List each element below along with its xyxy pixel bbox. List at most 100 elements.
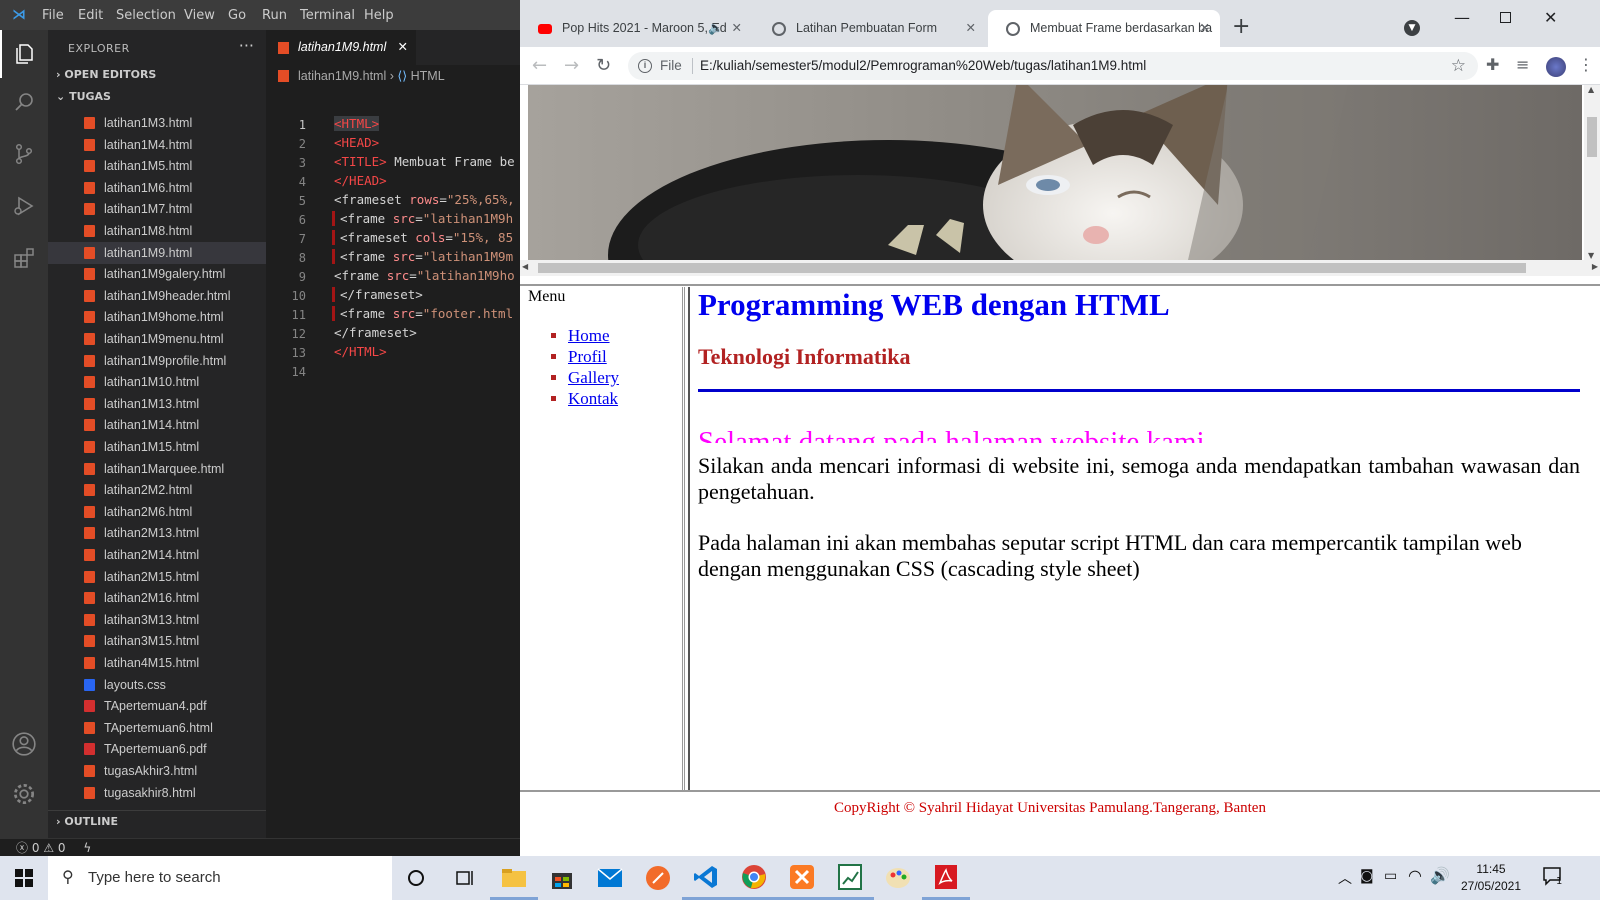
file-tree-item[interactable]: TApertemuan4.pdf — [48, 695, 266, 717]
source-control-icon[interactable] — [0, 130, 48, 178]
file-tree-item[interactable]: latihan2M16.html — [48, 587, 266, 609]
extensions-puzzle-icon[interactable]: ✚ — [1486, 55, 1499, 74]
file-tree-item[interactable]: tugasakhir8.html — [48, 782, 266, 804]
browser-tab[interactable]: Latihan Pembuatan Form ✕ — [754, 10, 986, 47]
file-tree-item[interactable]: latihan2M6.html — [48, 501, 266, 523]
volume-icon[interactable]: 🔊 — [1430, 866, 1450, 885]
file-tree-item[interactable]: latihan1M9header.html — [48, 285, 266, 307]
file-tree-item[interactable]: latihan4M15.html — [48, 652, 266, 674]
file-tree-item[interactable]: latihan1Marquee.html — [48, 458, 266, 480]
menu-run[interactable]: Run — [262, 8, 287, 23]
accounts-icon[interactable] — [0, 720, 48, 768]
file-tree-item[interactable]: latihan1M8.html — [48, 220, 266, 242]
start-windows-icon[interactable] — [0, 856, 48, 900]
more-actions-icon[interactable]: ··· — [239, 36, 254, 55]
mail-icon[interactable] — [586, 856, 634, 900]
scroll-thumb[interactable] — [538, 263, 1526, 273]
explorer-icon[interactable] — [0, 30, 48, 78]
editor-tab-active[interactable]: latihan1M9.html ✕ — [266, 30, 416, 65]
taskbar-search[interactable]: ⚲ Type here to search — [48, 856, 392, 900]
search-icon[interactable] — [0, 78, 48, 126]
task-view-icon[interactable] — [440, 856, 488, 900]
reload-icon[interactable]: ↻ — [596, 55, 611, 76]
file-tree-item[interactable]: latihan2M13.html — [48, 522, 266, 544]
cortana-icon[interactable] — [392, 856, 440, 900]
address-bar[interactable]: i File E:/kuliah/semester5/modul2/Pemrog… — [628, 52, 1478, 80]
clock[interactable]: 11:45 27/05/2021 — [1450, 861, 1532, 895]
horizontal-scrollbar[interactable]: ◀ ▶ — [520, 260, 1600, 276]
url-text[interactable]: E:/kuliah/semester5/modul2/Pemrograman%2… — [700, 52, 1146, 80]
file-tree-item[interactable]: latihan1M7.html — [48, 198, 266, 220]
close-window-icon[interactable]: ✕ — [1544, 8, 1557, 27]
file-tree-item[interactable]: latihan1M9profile.html — [48, 350, 266, 372]
file-tree-item[interactable]: latihan1M14.html — [48, 414, 266, 436]
file-tree-item[interactable]: latihan1M9.html — [48, 241, 266, 264]
live-share-icon[interactable]: ϟ — [83, 841, 91, 855]
file-tree-item[interactable]: latihan1M9menu.html — [48, 328, 266, 350]
wifi-icon[interactable]: ◠ — [1408, 866, 1422, 885]
file-tree-item[interactable]: latihan1M4.html — [48, 134, 266, 156]
extensions-icon[interactable] — [0, 234, 48, 282]
bookmark-star-icon[interactable]: ☆ — [1451, 52, 1466, 80]
file-tree-item[interactable]: latihan3M13.html — [48, 609, 266, 631]
breadcrumb-symbol[interactable]: HTML — [411, 69, 445, 83]
back-icon[interactable]: ← — [532, 55, 547, 76]
folder-section[interactable]: ⌄ TUGAS — [48, 86, 266, 108]
file-tree-item[interactable]: tugasAkhir3.html — [48, 760, 266, 782]
store-icon[interactable] — [538, 856, 586, 900]
warning-icon[interactable]: ⚠ — [43, 841, 54, 855]
browser-tab[interactable]: Pop Hits 2021 - Maroon 5, Ed 🔈 ✕ — [520, 10, 752, 47]
outline-section[interactable]: › OUTLINE — [48, 810, 266, 832]
scroll-down-icon[interactable]: ▼ — [1588, 251, 1594, 260]
file-tree-item[interactable]: layouts.css — [48, 674, 266, 696]
chrome-taskbar-icon[interactable] — [730, 856, 778, 900]
paint-icon[interactable] — [874, 856, 922, 900]
warnings-count[interactable]: 0 — [58, 841, 66, 855]
xampp-icon[interactable] — [778, 856, 826, 900]
file-tree-item[interactable]: latihan1M15.html — [48, 436, 266, 458]
show-hidden-icons[interactable]: ︿ — [1338, 868, 1352, 888]
file-tree-item[interactable]: latihan2M15.html — [48, 566, 266, 588]
info-icon[interactable]: i — [638, 59, 652, 73]
browser-tab-active[interactable]: Membuat Frame berdasarkan ba ✕ — [988, 10, 1220, 47]
menu-edit[interactable]: Edit — [78, 8, 103, 23]
pen-app-icon[interactable] — [634, 856, 682, 900]
file-tree-item[interactable]: TApertemuan6.html — [48, 717, 266, 739]
file-tree-item[interactable]: latihan1M3.html — [48, 112, 266, 134]
profile-avatar[interactable] — [1546, 57, 1566, 77]
scroll-right-icon[interactable]: ▶ — [1592, 262, 1598, 271]
menu-selection[interactable]: Selection — [116, 8, 176, 23]
menu-link-kontak[interactable]: Kontak — [568, 389, 618, 408]
file-tree-item[interactable]: latihan1M9galery.html — [48, 263, 266, 285]
run-debug-icon[interactable] — [0, 182, 48, 230]
close-icon[interactable]: ✕ — [398, 30, 408, 65]
speaker-icon[interactable]: 🔈 — [708, 10, 724, 47]
file-tree-item[interactable]: TApertemuan6.pdf — [48, 738, 266, 760]
file-tree-item[interactable]: latihan2M14.html — [48, 544, 266, 566]
acrobat-icon[interactable] — [922, 856, 970, 900]
media-control-icon[interactable]: ≡ — [1516, 55, 1529, 74]
vscode-taskbar-icon[interactable] — [682, 856, 730, 900]
battery-icon[interactable]: ▭ — [1384, 868, 1397, 884]
chrome-menu-icon[interactable]: ⋮ — [1578, 55, 1594, 74]
problems-count[interactable]: 0 — [32, 841, 40, 855]
menu-view[interactable]: View — [184, 8, 215, 23]
close-tab-icon[interactable]: ✕ — [1200, 10, 1210, 47]
file-tree-item[interactable]: latihan1M9home.html — [48, 306, 266, 328]
close-tab-icon[interactable]: ✕ — [966, 10, 976, 47]
file-tree-item[interactable]: latihan1M10.html — [48, 371, 266, 393]
file-explorer-icon[interactable] — [490, 856, 538, 900]
open-editors-section[interactable]: › OPEN EDITORS — [48, 64, 266, 86]
file-tree-item[interactable]: latihan1M13.html — [48, 393, 266, 415]
close-tab-icon[interactable]: ✕ — [732, 10, 742, 47]
menu-file[interactable]: File — [42, 8, 64, 23]
settings-gear-icon[interactable] — [0, 770, 48, 818]
menu-link-home[interactable]: Home — [568, 326, 610, 345]
notification-center-icon[interactable]: 1 — [1542, 866, 1568, 890]
file-tree-item[interactable]: latihan3M15.html — [48, 630, 266, 652]
file-tree-item[interactable]: latihan1M5.html — [48, 155, 266, 177]
breadcrumb-file[interactable]: latihan1M9.html — [298, 69, 386, 83]
maximize-icon[interactable] — [1500, 12, 1511, 23]
chart-app-icon[interactable] — [826, 856, 874, 900]
menu-go[interactable]: Go — [228, 8, 246, 23]
